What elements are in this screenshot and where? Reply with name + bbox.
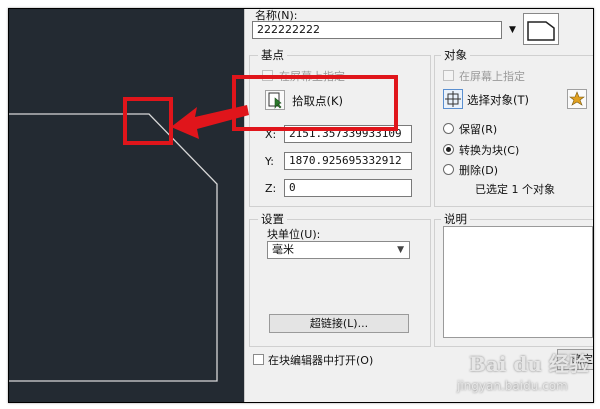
open-in-editor-label: 在块编辑器中打开(O) xyxy=(268,354,374,367)
y-input[interactable]: 1870.925695332912 xyxy=(284,152,412,170)
convert-to-block-radio[interactable] xyxy=(443,144,454,155)
drawing-lines xyxy=(9,113,218,382)
block-preview-icon xyxy=(523,13,559,45)
annotation-arrow-icon xyxy=(171,105,249,139)
objects-title: 对象 xyxy=(441,47,470,63)
chevron-down-icon: ▼ xyxy=(397,245,404,255)
z-label: Z: xyxy=(265,182,277,195)
name-dropdown-arrow[interactable]: ▼ xyxy=(507,21,518,39)
delete-radio[interactable] xyxy=(443,164,454,175)
retain-label: 保留(R) xyxy=(459,123,498,136)
y-label: Y: xyxy=(265,155,274,168)
delete-label: 删除(D) xyxy=(459,164,499,177)
objects-on-screen-label: 在屏幕上指定 xyxy=(459,70,525,83)
screenshot-frame: 名称(N): 222222222 ▼ 基点 在屏幕上指定 拾取点(K) X: 2… xyxy=(8,8,594,403)
retain-radio[interactable] xyxy=(443,123,454,134)
block-unit-select[interactable]: 毫米 ▼ xyxy=(267,241,410,259)
block-unit-value: 毫米 xyxy=(272,243,294,256)
quick-select-icon xyxy=(569,91,585,106)
description-textarea[interactable] xyxy=(443,226,593,338)
block-unit-label: 块单位(U): xyxy=(267,228,321,241)
quick-select-button[interactable] xyxy=(567,89,587,109)
selected-count-text: 已选定 1 个对象 xyxy=(475,183,555,196)
name-input[interactable]: 222222222 xyxy=(252,21,502,39)
description-title: 说明 xyxy=(441,211,470,227)
select-objects-button[interactable] xyxy=(443,89,463,109)
annotation-highlight-corner xyxy=(123,97,173,145)
z-input[interactable]: 0 xyxy=(284,179,412,197)
drawing-canvas[interactable] xyxy=(9,9,244,402)
select-objects-label[interactable]: 选择对象(T) xyxy=(467,92,529,108)
watermark-logo: Bai du 经验 xyxy=(469,352,589,376)
open-in-editor-checkbox[interactable] xyxy=(253,354,264,365)
select-objects-icon xyxy=(445,91,461,107)
convert-to-block-label: 转换为块(C) xyxy=(459,144,520,157)
settings-title: 设置 xyxy=(258,211,287,227)
block-definition-dialog: 名称(N): 222222222 ▼ 基点 在屏幕上指定 拾取点(K) X: 2… xyxy=(244,9,593,402)
objects-on-screen-checkbox[interactable] xyxy=(443,70,454,81)
base-point-title: 基点 xyxy=(258,47,287,63)
hyperlink-button[interactable]: 超链接(L)... xyxy=(269,314,409,333)
watermark-url: jingyan.baidu.com xyxy=(457,379,568,393)
